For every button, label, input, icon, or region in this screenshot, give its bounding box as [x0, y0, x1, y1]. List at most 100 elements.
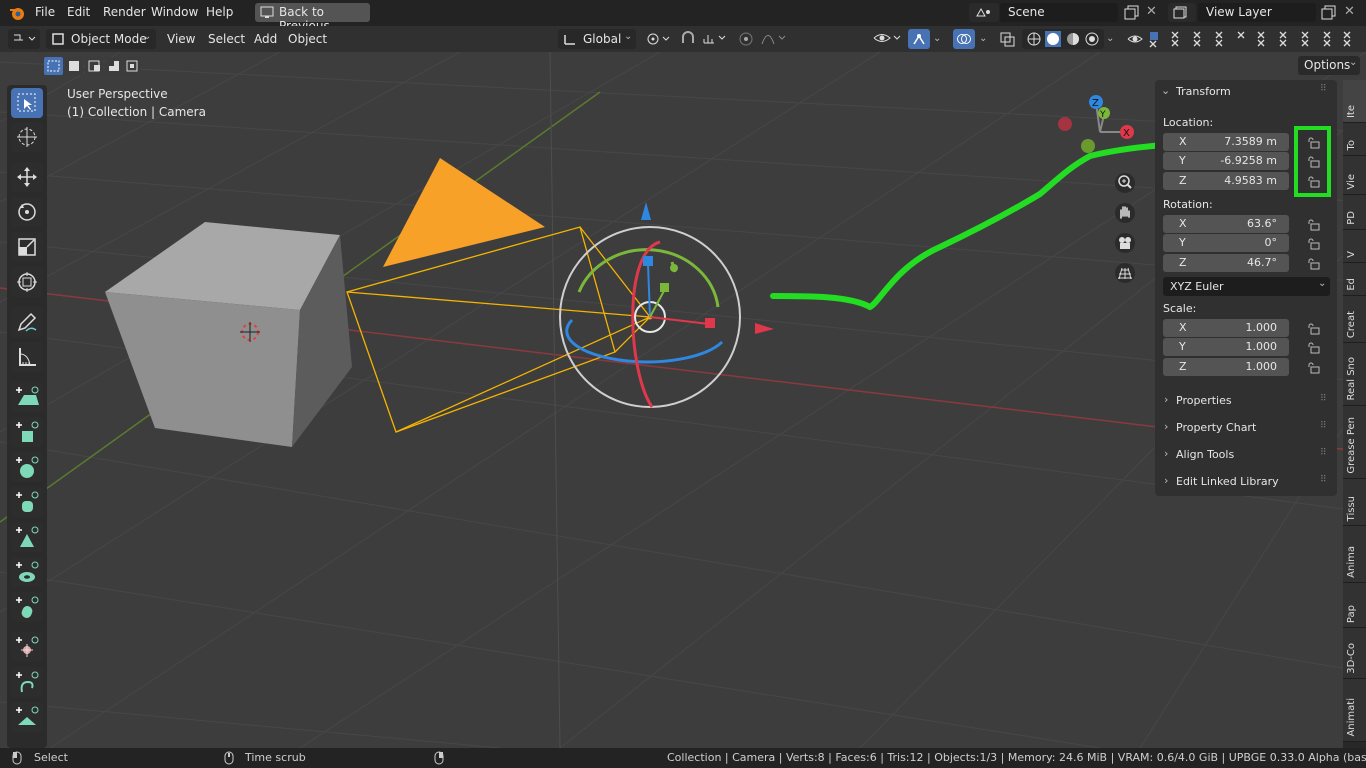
- drag-handle-icon[interactable]: ⠿: [1320, 475, 1327, 485]
- transform-tool[interactable]: [11, 267, 43, 297]
- add-torus-tool[interactable]: [11, 557, 43, 587]
- tab-animation[interactable]: Anima: [1343, 526, 1366, 583]
- drag-handle-icon[interactable]: ⠿: [1320, 448, 1327, 458]
- lock-rotation-y-icon[interactable]: [1308, 238, 1320, 250]
- scene-field[interactable]: Scene: [1000, 3, 1118, 22]
- lock-scale-z-icon[interactable]: [1308, 362, 1320, 374]
- add-sphere-tool[interactable]: [11, 452, 43, 482]
- add-capsule-tool[interactable]: [11, 592, 43, 622]
- gizmo-toggle-button[interactable]: [908, 29, 930, 49]
- selection-mode-icons[interactable]: [44, 57, 140, 75]
- rendered-shading-icon[interactable]: [1084, 31, 1100, 47]
- annotate-tool[interactable]: [11, 307, 43, 337]
- rotation-z-field[interactable]: Z 46.7°: [1163, 254, 1289, 272]
- cursor-tool[interactable]: [11, 122, 43, 152]
- menu-window[interactable]: Window: [151, 5, 198, 19]
- lock-scale-y-icon[interactable]: [1308, 342, 1320, 354]
- chevron-down-icon[interactable]: ⌄: [1106, 33, 1114, 44]
- properties-subpanel[interactable]: › Properties ⠿: [1159, 390, 1335, 412]
- tab-item[interactable]: Ite: [1343, 80, 1366, 123]
- xray-icon[interactable]: [999, 31, 1017, 47]
- edit-linked-library-subpanel[interactable]: › Edit Linked Library ⠿: [1159, 471, 1335, 493]
- lock-rotation-x-icon[interactable]: [1308, 219, 1320, 231]
- solid-shading-icon[interactable]: [1045, 31, 1061, 47]
- blender-logo-icon[interactable]: [8, 4, 26, 22]
- drag-handle-icon[interactable]: ⠿: [1320, 394, 1327, 404]
- close-view-layer-icon[interactable]: ✕: [1344, 4, 1355, 19]
- tab-tool[interactable]: To: [1343, 123, 1366, 156]
- copy-view-layer-icon[interactable]: [1321, 5, 1337, 20]
- tab-edit[interactable]: Ed: [1343, 263, 1366, 296]
- scale-tool[interactable]: [11, 232, 43, 262]
- chevron-down-icon[interactable]: ⌄: [979, 33, 987, 44]
- copy-scene-icon[interactable]: [1124, 5, 1140, 20]
- eye-icon[interactable]: [1126, 31, 1144, 47]
- menu-edit[interactable]: Edit: [67, 5, 90, 19]
- lock-rotation-z-icon[interactable]: [1308, 258, 1320, 270]
- transform-orientation-dropdown[interactable]: Global ⌄: [558, 29, 636, 49]
- location-y-field[interactable]: Y -6.9258 m: [1163, 152, 1289, 170]
- scale-y-field[interactable]: Y 1.000: [1163, 338, 1289, 356]
- add-cylinder-tool[interactable]: [11, 487, 43, 517]
- falloff-icon[interactable]: [760, 31, 788, 47]
- tab-grease-pencil[interactable]: Grease Pen: [1343, 406, 1366, 479]
- tab-tissue[interactable]: Tissu: [1343, 479, 1366, 526]
- camera-view-icon[interactable]: [1114, 232, 1136, 254]
- tab-real-snow[interactable]: Real Sno: [1343, 343, 1366, 406]
- tab-paper[interactable]: Pap: [1343, 583, 1366, 628]
- menu-file[interactable]: File: [35, 5, 55, 19]
- add-light-tool[interactable]: [11, 632, 43, 662]
- pivot-point-icon[interactable]: [646, 32, 672, 46]
- close-scene-icon[interactable]: ✕: [1146, 4, 1157, 19]
- lock-scale-x-icon[interactable]: [1308, 323, 1320, 335]
- back-to-previous-button[interactable]: Back to Previous: [255, 3, 370, 33]
- drag-handle-icon[interactable]: ⠿: [1320, 421, 1327, 431]
- editor-type-button[interactable]: [8, 29, 40, 49]
- menu-render[interactable]: Render: [103, 5, 146, 19]
- grid-view-icon[interactable]: [1114, 262, 1136, 284]
- rotation-y-field[interactable]: Y 0°: [1163, 234, 1289, 252]
- rotation-mode-dropdown[interactable]: XYZ Euler ⌄: [1163, 277, 1330, 296]
- zoom-icon[interactable]: [1114, 172, 1136, 194]
- scene-selector-button[interactable]: [969, 3, 999, 22]
- tab-3d-coat[interactable]: 3D-Co: [1343, 628, 1366, 679]
- menu-view[interactable]: View: [167, 32, 195, 46]
- view-layer-selector-button[interactable]: [1168, 3, 1196, 22]
- menu-object[interactable]: Object: [288, 32, 327, 46]
- visibility-filter-icon[interactable]: [872, 30, 904, 48]
- tab-v[interactable]: V: [1343, 230, 1366, 263]
- location-z-field[interactable]: Z 4.9583 m: [1163, 172, 1289, 190]
- menu-help[interactable]: Help: [206, 5, 233, 19]
- add-curve-tool[interactable]: [11, 667, 43, 697]
- menu-select[interactable]: Select: [208, 32, 245, 46]
- drag-handle-icon[interactable]: ⠿: [1320, 84, 1327, 94]
- menu-add[interactable]: Add: [254, 32, 277, 46]
- tab-view[interactable]: Vie: [1343, 156, 1366, 195]
- navigation-gizmo[interactable]: Z Y X: [1050, 87, 1150, 167]
- object-mode-dropdown[interactable]: Object Mode ⌄: [46, 29, 156, 49]
- chevron-down-icon[interactable]: ⌄: [933, 33, 941, 44]
- add-cone-tool[interactable]: [11, 522, 43, 552]
- tab-pd[interactable]: PD: [1343, 195, 1366, 230]
- wireframe-shading-icon[interactable]: [1026, 31, 1042, 47]
- transform-panel-header[interactable]: ⌄ Transform ⠿: [1155, 80, 1337, 104]
- property-chart-subpanel[interactable]: › Property Chart ⠿: [1159, 417, 1335, 439]
- move-tool[interactable]: [11, 162, 43, 192]
- snap-target-icon[interactable]: [702, 31, 730, 47]
- material-shading-icon[interactable]: [1065, 31, 1081, 47]
- tab-animati[interactable]: Animati: [1343, 679, 1366, 742]
- collection-visibility-icons[interactable]: [1146, 30, 1366, 48]
- select-box-tool[interactable]: [11, 88, 43, 118]
- view-layer-field[interactable]: View Layer: [1198, 3, 1316, 22]
- rotate-tool[interactable]: [11, 197, 43, 227]
- add-plane-tool[interactable]: [11, 382, 43, 412]
- proportional-edit-icon[interactable]: [737, 31, 755, 47]
- overlay-toggle-button[interactable]: [953, 29, 975, 49]
- hand-pan-icon[interactable]: [1114, 202, 1136, 224]
- options-dropdown[interactable]: Options ⌄: [1298, 56, 1360, 75]
- measure-tool[interactable]: [11, 342, 43, 372]
- align-tools-subpanel[interactable]: › Align Tools ⠿: [1159, 444, 1335, 466]
- rotation-x-field[interactable]: X 63.6°: [1163, 215, 1289, 233]
- scale-z-field[interactable]: Z 1.000: [1163, 358, 1289, 376]
- add-grid-tool[interactable]: [11, 702, 43, 732]
